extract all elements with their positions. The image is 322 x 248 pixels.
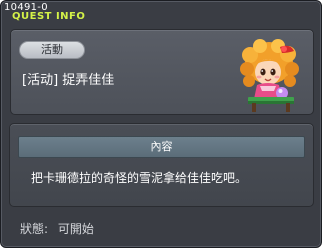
window-title: QUEST INFO [12,11,86,22]
status-value: 可開始 [57,222,94,236]
status-label: 狀態: [20,222,49,236]
npc-girl-portrait-icon [240,39,299,112]
quest-name: [活动] 捉弄佳佳 [22,73,115,88]
quest-summary-panel: 活動 [活动] 捉弄佳佳 [10,29,314,115]
quest-category-badge: 活動 [19,41,85,59]
quest-status: 狀態: 可開始 [20,220,94,237]
quest-description: 把卡珊德拉的奇怪的雪泥拿给佳佳吃吧。 [31,171,248,185]
quest-info-window: 10491-0 QUEST INFO 活動 [活动] 捉弄佳佳 內容 把卡珊德拉… [0,0,322,248]
content-header: 內容 [18,136,305,158]
quest-content-panel: 內容 把卡珊德拉的奇怪的雪泥拿给佳佳吃吧。 [9,123,314,207]
